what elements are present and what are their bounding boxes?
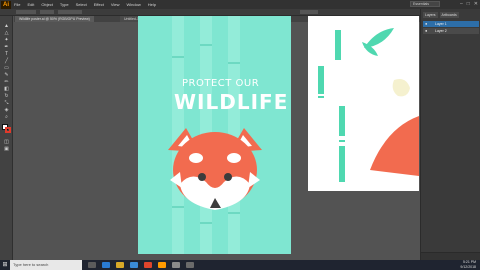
folder-icon[interactable] [116,262,124,268]
rectangle-tool-icon[interactable]: ▭ [3,66,10,71]
pale-shape [392,79,410,97]
control-chip[interactable] [300,10,318,14]
app-icon[interactable] [144,262,152,268]
orange-shape [370,116,419,176]
scale-tool-icon[interactable]: ⤡ [3,101,10,106]
poster-subtitle: PROTECT OUR [182,78,260,89]
draw-mode-icon[interactable]: ◫ [3,140,10,145]
selection-tool-icon[interactable]: ▲ [3,24,10,29]
paintbrush-tool-icon[interactable]: ✎ [3,73,10,78]
control-chip[interactable] [16,10,36,14]
menu-window[interactable]: Window [126,2,140,7]
bamboo-piece [318,66,324,94]
stroke-swatch[interactable] [5,127,11,133]
system-clock[interactable]: 5:21 PM 9/12/2018 [460,260,476,270]
bamboo-node [172,56,184,58]
task-view-icon[interactable] [88,262,96,268]
eye-icon[interactable]: ● [425,22,429,26]
eyedropper-tool-icon[interactable]: ◈ [3,108,10,113]
maximize-button[interactable]: □ [467,1,470,7]
bamboo-piece [339,106,345,136]
poster-artboard[interactable]: PROTECT OUR WILDLIFE [138,16,291,254]
bamboo-node [318,96,324,98]
layers-panel: Layers Artboards ● Layer 1 ● Layer 2 [420,9,480,260]
taskbar-search[interactable]: Type here to search [10,260,82,270]
panel-tabs: Layers Artboards [421,12,480,18]
screen-mode-icon[interactable]: ▣ [3,147,10,152]
type-tool-icon[interactable]: T [3,52,10,57]
assets-canvas [318,28,419,182]
control-bar [0,9,480,16]
layer-name: Layer 2 [435,29,447,33]
tab-artboards[interactable]: Artboards [439,12,459,18]
rotate-tool-icon[interactable]: ↻ [3,94,10,99]
poster-title: WILDLIFE [174,90,289,114]
direct-selection-tool-icon[interactable]: △ [3,31,10,36]
bamboo-node [200,44,212,46]
tools-panel: ▲ △ ✦ ✒ T ╱ ▭ ✎ ✏ ◧ ↻ ⤡ ◈ ⌕ ◫ ▣ [0,16,13,260]
control-chip[interactable] [40,10,54,14]
store-icon[interactable] [130,262,138,268]
left-eye [198,173,206,181]
bamboo-node [339,140,345,142]
control-chip[interactable] [58,10,82,14]
windows-start-icon[interactable]: ⊞ [0,260,10,270]
menu-object[interactable]: Object [41,2,53,7]
layer-name: Layer 1 [435,22,447,26]
layer-row[interactable]: ● Layer 2 [423,28,479,34]
pencil-tool-icon[interactable]: ✏ [3,80,10,85]
menu-edit[interactable]: Edit [27,2,34,7]
bamboo-piece [335,30,341,60]
menu-bar: Ai File Edit Object Type Select Effect V… [0,0,480,9]
magic-wand-tool-icon[interactable]: ✦ [3,38,10,43]
minimize-button[interactable]: – [460,1,463,7]
right-eye [224,173,232,181]
zoom-tool-icon[interactable]: ⌕ [3,115,10,120]
menu-help[interactable]: Help [148,2,156,7]
red-panda-illustration [168,128,262,210]
edge-icon[interactable] [102,262,110,268]
clock-date: 9/12/2018 [460,265,476,269]
menu-select[interactable]: Select [76,2,87,7]
illustrator-window: Ai File Edit Object Type Select Effect V… [0,0,480,270]
document-tab[interactable]: Wildlife poster.ai @ 50% (RGB/GPU Previe… [15,16,94,22]
illustrator-icon[interactable] [158,262,166,268]
line-tool-icon[interactable]: ╱ [3,59,10,64]
menu-effect[interactable]: Effect [94,2,104,7]
bamboo-piece [339,146,345,182]
right-brow [227,153,241,163]
menu-view[interactable]: View [111,2,120,7]
menu-file[interactable]: File [14,2,20,7]
eye-icon[interactable]: ● [425,29,429,33]
pen-tool-icon[interactable]: ✒ [3,45,10,50]
layer-row[interactable]: ● Layer 1 [423,21,479,27]
window-controls: – □ ✕ [460,1,478,7]
eraser-tool-icon[interactable]: ◧ [3,87,10,92]
bamboo-node [228,62,240,64]
left-brow [189,153,203,163]
tab-layers[interactable]: Layers [423,12,438,18]
app-logo: Ai [1,0,11,9]
windows-taskbar: ⊞ Type here to search 5:21 PM 9/12/2018 [0,260,480,270]
app-icon[interactable] [172,262,180,268]
panel-footer [421,252,480,260]
app-icon[interactable] [186,262,194,268]
close-button[interactable]: ✕ [474,1,478,7]
menu-type[interactable]: Type [60,2,69,7]
workspace-switcher[interactable]: Essentials [410,1,440,7]
assets-artboard[interactable] [308,16,419,191]
